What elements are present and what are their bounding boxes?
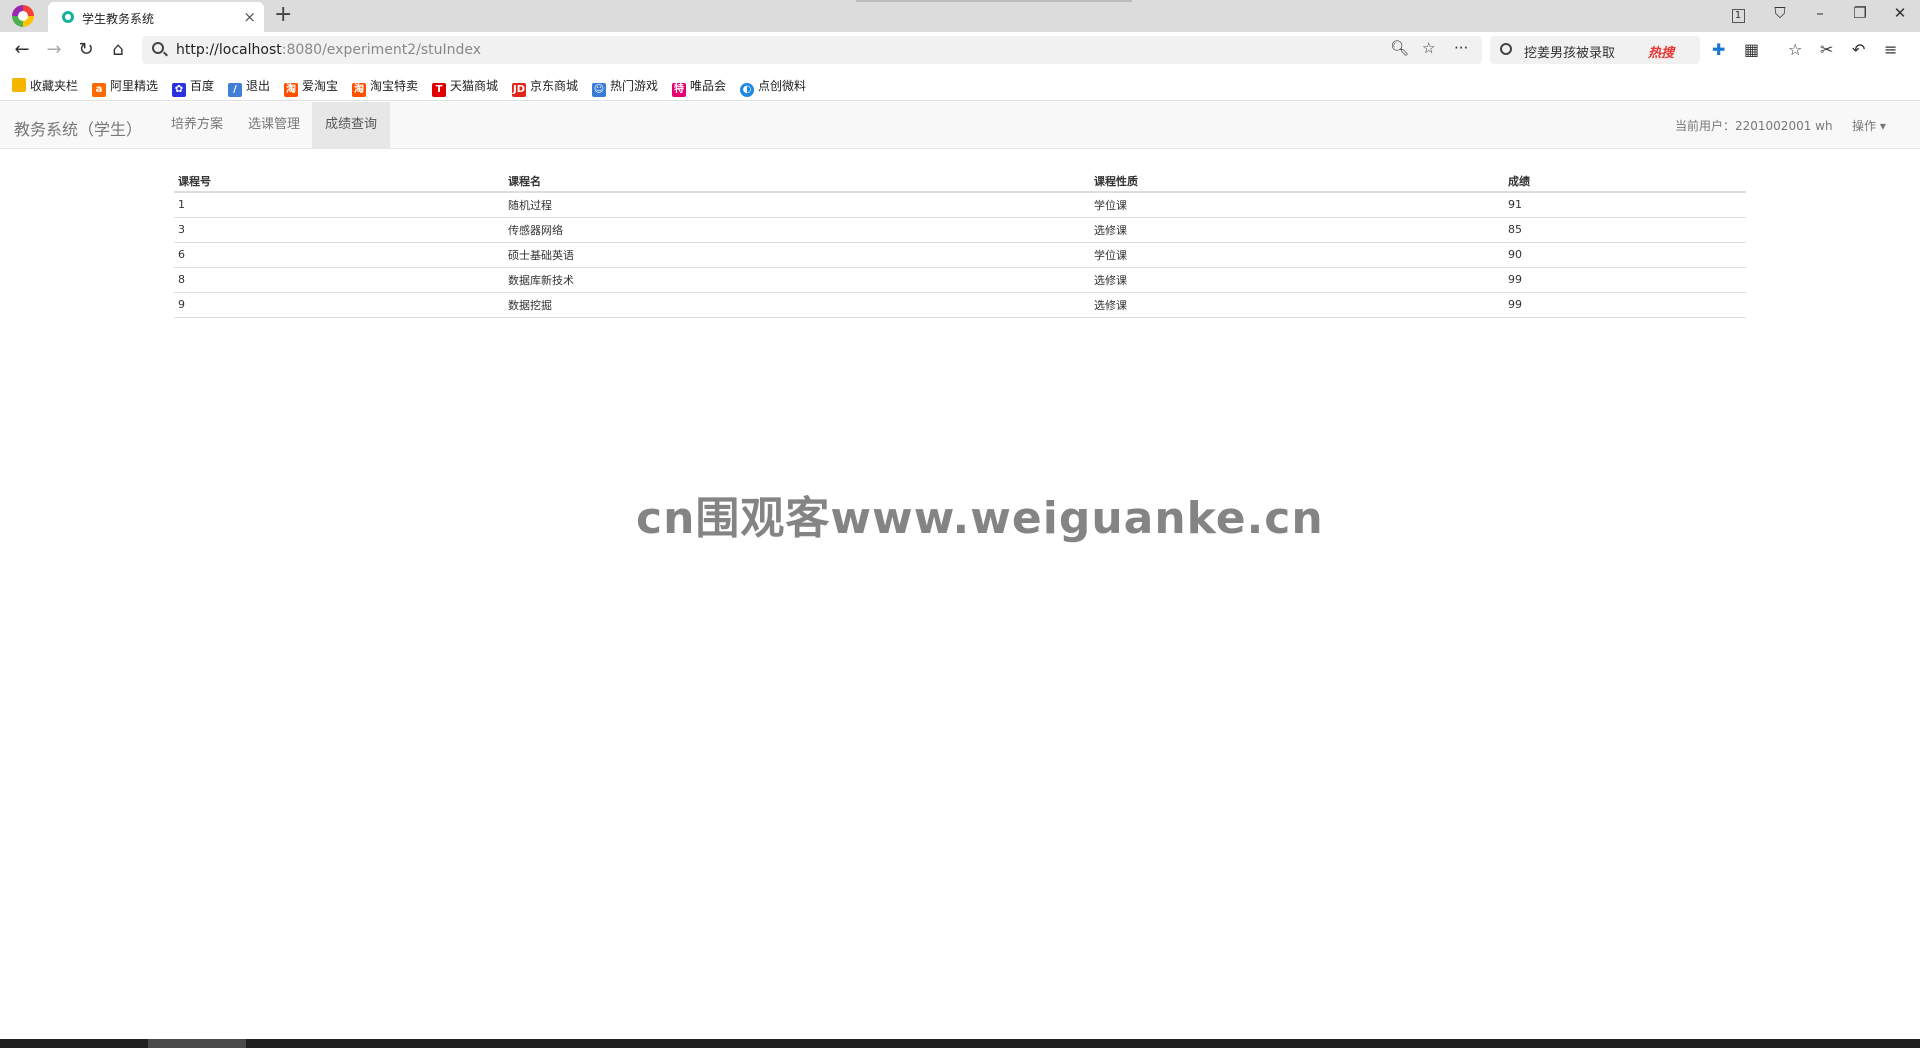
star-icon[interactable]: ☆ <box>1422 39 1435 57</box>
tab-counter-icon[interactable]: 1 <box>1725 4 1751 23</box>
folder-icon <box>12 78 26 92</box>
table-header-row: 课程号 课程名 课程性质 成绩 <box>174 170 1746 193</box>
os-taskbar <box>0 1039 1920 1048</box>
cell-course-type: 学位课 <box>1090 242 1504 268</box>
forward-button[interactable]: → <box>42 38 66 62</box>
apps-grid-icon[interactable]: ▦ <box>1744 40 1759 59</box>
taskbar-browser-item[interactable] <box>148 1039 246 1048</box>
bookmark-item[interactable]: ✿ 百度 <box>172 77 214 97</box>
scissors-icon[interactable]: ✂ <box>1820 40 1833 59</box>
cell-score: 90 <box>1504 242 1746 268</box>
cell-course-type: 选修课 <box>1090 292 1504 318</box>
table-row: 1 随机过程 学位课 91 <box>174 192 1746 218</box>
cell-course-id: 3 <box>174 217 504 243</box>
cell-score: 91 <box>1504 192 1746 218</box>
address-bar[interactable]: http://localhost:8080/experiment2/stuInd… <box>142 36 1482 64</box>
taobao-icon: 淘 <box>352 83 366 97</box>
back-button[interactable]: ← <box>10 38 34 62</box>
browser-tab[interactable]: 学生教务系统 × <box>48 2 264 32</box>
cell-course-id: 1 <box>174 192 504 218</box>
extension-puzzle-icon[interactable]: ✚ <box>1712 40 1725 59</box>
tmall-icon: T <box>432 83 446 97</box>
cell-course-name: 随机过程 <box>504 192 1090 218</box>
search-box[interactable]: 挖姜男孩被录取 热搜 <box>1490 36 1700 64</box>
app-brand[interactable]: 教务系统（学生） <box>14 116 142 140</box>
restore-button[interactable]: ❐ <box>1847 4 1873 22</box>
header-course-id: 课程号 <box>174 170 504 193</box>
app-navbar: 教务系统（学生） 培养方案 选课管理 成绩查询 当前用户：2201002001 … <box>0 102 1920 149</box>
jd-icon: JD <box>512 83 526 97</box>
cell-course-id: 8 <box>174 267 504 293</box>
game-icon: ☺ <box>592 83 606 97</box>
nav-grade-query[interactable]: 成绩查询 <box>312 102 391 148</box>
cell-course-id: 9 <box>174 292 504 318</box>
table-row: 6 硕士基础英语 学位课 90 <box>174 242 1746 268</box>
more-icon[interactable]: ··· <box>1454 39 1468 57</box>
header-score: 成绩 <box>1504 170 1746 193</box>
alibaba-icon: a <box>92 83 106 97</box>
titlebar-divider <box>856 0 1132 2</box>
menu-icon[interactable]: ≡ <box>1884 40 1897 59</box>
cell-score: 99 <box>1504 292 1746 318</box>
bookmark-item[interactable]: / 退出 <box>228 77 270 97</box>
cell-course-name: 数据挖掘 <box>504 292 1090 318</box>
tab-close-icon[interactable]: × <box>243 8 256 26</box>
baidu-paw-icon: ✿ <box>172 83 186 97</box>
bookmark-item[interactable]: JD 京东商城 <box>512 77 578 97</box>
operation-dropdown[interactable]: 操作 ▾ <box>1852 117 1886 134</box>
bookmark-item[interactable]: 淘爱淘宝 <box>284 77 338 97</box>
browser-logo-icon[interactable] <box>12 5 34 27</box>
header-course-type: 课程性质 <box>1090 170 1504 193</box>
bookmark-item[interactable]: 特唯品会 <box>672 77 726 97</box>
zoom-icon[interactable]: 🔍︎ <box>1390 39 1409 57</box>
cell-course-name: 数据库新技术 <box>504 267 1090 293</box>
watermark: cn围观客www.weiguanke.cn <box>636 493 1324 544</box>
cell-course-type: 选修课 <box>1090 217 1504 243</box>
undo-icon[interactable]: ↶ <box>1852 40 1865 59</box>
favorites-list-icon[interactable]: ☆ <box>1788 40 1802 59</box>
cell-course-id: 6 <box>174 242 504 268</box>
cell-score: 85 <box>1504 217 1746 243</box>
bookmark-item[interactable]: 淘淘宝特卖 <box>352 77 418 97</box>
bookmark-item[interactable]: T 天猫商城 <box>432 77 498 97</box>
cell-course-type: 选修课 <box>1090 267 1504 293</box>
tab-favicon-icon <box>62 11 74 23</box>
bookmarks-bar: 收藏夹栏 a 阿里精选 ✿ 百度 / 退出 淘爱淘宝 淘淘宝特卖 T 天猫商城 JD 京东… <box>0 68 1920 101</box>
skin-shirt-icon[interactable]: ⛉ <box>1767 4 1793 22</box>
bookmark-item[interactable]: ◐ 点创微料 <box>740 77 806 97</box>
search-icon <box>152 42 164 54</box>
table-row: 9 数据挖掘 选修课 99 <box>174 292 1746 318</box>
bookmark-item[interactable]: ☺ 热门游戏 <box>592 77 658 97</box>
minimize-button[interactable]: – <box>1807 4 1833 22</box>
table-row: 8 数据库新技术 选修课 99 <box>174 267 1746 293</box>
browser-tab-bar: 学生教务系统 × + 1 ⛉ – ❐ ✕ <box>0 0 1920 32</box>
cell-course-type: 学位课 <box>1090 192 1504 218</box>
bookmark-folder[interactable]: 收藏夹栏 <box>12 77 78 94</box>
nav-course-selection[interactable]: 选课管理 <box>235 102 313 148</box>
table-row: 3 传感器网络 选修课 85 <box>174 217 1746 243</box>
grades-table: 课程号 课程名 课程性质 成绩 1 随机过程 学位课 91 3 传感器网络 选修… <box>174 170 1746 318</box>
current-user: 当前用户：2201002001 wh <box>1675 119 1833 133</box>
cell-score: 99 <box>1504 267 1746 293</box>
header-course-name: 课程名 <box>504 170 1090 193</box>
taobao-icon: 淘 <box>284 83 298 97</box>
tab-title: 学生教务系统 <box>82 12 155 26</box>
dianchuang-icon: ◐ <box>740 83 754 97</box>
search-box-icon <box>1500 43 1512 55</box>
search-suggestion[interactable]: 挖姜男孩被录取 <box>1524 42 1615 61</box>
home-button[interactable]: ⌂ <box>106 38 130 62</box>
bookmark-item[interactable]: a 阿里精选 <box>92 77 158 97</box>
vip-icon: 特 <box>672 83 686 97</box>
feather-icon: / <box>228 83 242 97</box>
cell-course-name: 硕士基础英语 <box>504 242 1090 268</box>
nav-training-plan[interactable]: 培养方案 <box>158 102 236 148</box>
new-tab-button[interactable]: + <box>274 2 292 27</box>
browser-navigation-bar: ← → ↻ ⌂ http://localhost:8080/experiment… <box>0 32 1920 68</box>
close-window-button[interactable]: ✕ <box>1887 4 1913 22</box>
cell-course-name: 传感器网络 <box>504 217 1090 243</box>
reload-button[interactable]: ↻ <box>74 38 98 62</box>
url-text[interactable]: http://localhost:8080/experiment2/stuInd… <box>176 42 481 58</box>
hot-search-badge[interactable]: 热搜 <box>1648 42 1674 61</box>
